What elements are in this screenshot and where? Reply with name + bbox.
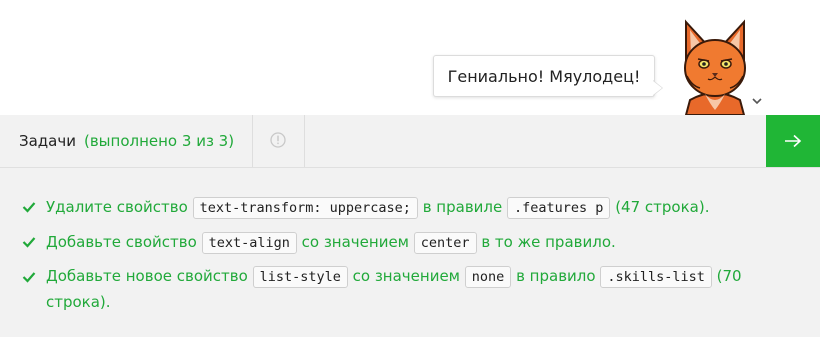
info-icon[interactable] [270, 132, 286, 148]
task-text: (47 строка). [615, 198, 710, 216]
task-item: Добавьте свойство text-align со значение… [22, 225, 802, 260]
task-text: со значением [352, 267, 460, 285]
divider [304, 115, 305, 167]
code-snippet: center [413, 232, 477, 254]
tasks-bar: Задачи (выполнено 3 из 3) [0, 115, 820, 168]
tasks-header[interactable]: Задачи (выполнено 3 из 3) [19, 115, 234, 167]
code-snippet: .skills-list [600, 266, 712, 288]
speech-text: Гениально! Мяулодец! [447, 66, 641, 86]
code-snippet: text-align [201, 232, 297, 254]
top-area: Гениально! Мяулодец! [0, 0, 820, 115]
code-snippet: .features p [507, 197, 611, 219]
arrow-right-icon [785, 134, 802, 148]
task-text: в правиле [422, 198, 503, 216]
task-item: Добавьте новое свойство list-style со зн… [22, 260, 802, 315]
task-text: со значением [301, 233, 409, 251]
task-text: Добавьте свойство [46, 233, 197, 251]
code-snippet: list-style [252, 266, 348, 288]
tasks-title: Задачи [19, 132, 76, 150]
chevron-down-icon[interactable] [751, 96, 763, 106]
check-icon [22, 237, 36, 248]
code-snippet: none [464, 266, 512, 288]
task-list: Удалите свойство text-transform: upperca… [22, 190, 802, 315]
cat-mascot-icon [684, 19, 746, 115]
code-snippet: text-transform: uppercase; [192, 197, 418, 219]
task-text: в правило [516, 267, 596, 285]
task-text: Добавьте новое свойство [46, 267, 248, 285]
divider [252, 115, 253, 167]
next-button[interactable] [766, 115, 820, 167]
tasks-status: (выполнено 3 из 3) [83, 132, 235, 150]
task-item: Удалите свойство text-transform: upperca… [22, 190, 802, 225]
speech-bubble: Гениально! Мяулодец! [433, 55, 663, 97]
task-text: в то же правило. [481, 233, 616, 251]
task-text: Удалите свойство [46, 198, 188, 216]
check-icon [22, 202, 36, 213]
check-icon [22, 272, 36, 283]
